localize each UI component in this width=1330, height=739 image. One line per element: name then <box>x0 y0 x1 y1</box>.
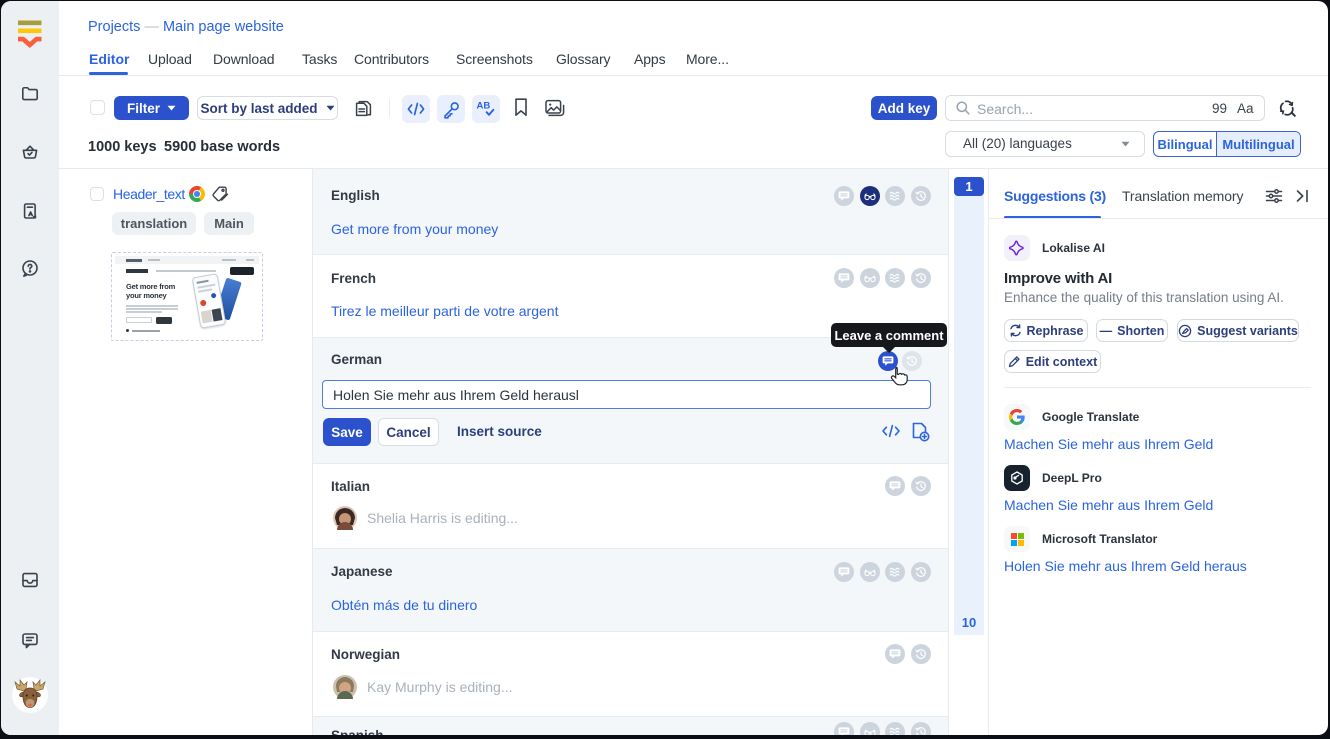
svg-text:AB: AB <box>477 101 491 112</box>
